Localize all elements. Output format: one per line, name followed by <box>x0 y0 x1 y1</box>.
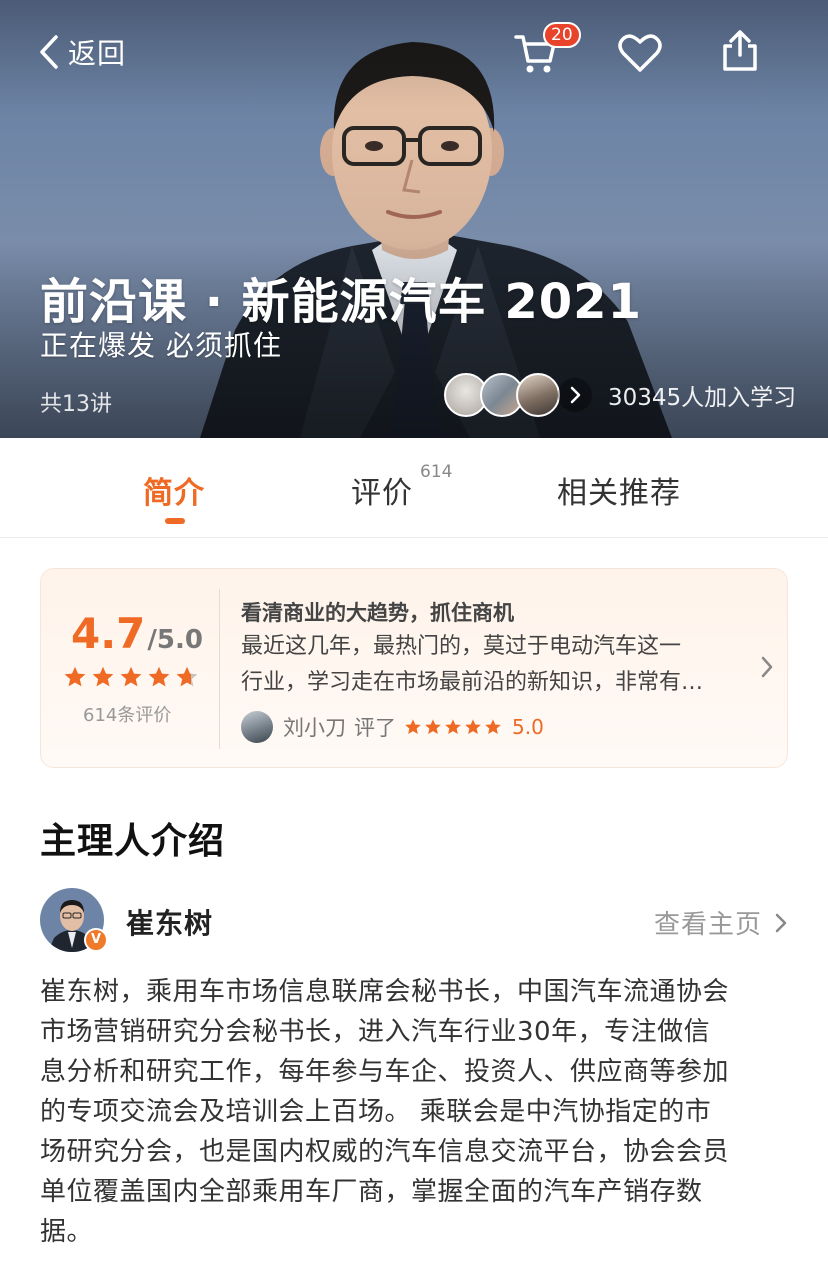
star-icon <box>485 719 501 735</box>
tab-review-count: 614 <box>420 462 453 482</box>
reviewer-name: 刘小刀 <box>283 716 346 740</box>
score-total: /5.0 <box>147 625 203 655</box>
bio-line: 场研究分会，也是国内权威的汽车信息交流平台，协会会员 <box>40 1137 730 1167</box>
view-homepage-label: 查看主页 <box>653 910 762 940</box>
score-block: 4.7 /5.0 614条评价 <box>41 569 221 769</box>
share-icon <box>723 30 757 71</box>
star-icon <box>148 666 170 687</box>
cart-count-badge: 20 <box>543 22 581 48</box>
chevron-right-icon <box>761 656 773 678</box>
reviewer-stars <box>404 718 504 736</box>
star-icon <box>120 666 142 687</box>
share-button[interactable] <box>720 28 766 74</box>
reviewer-row: 刘小刀 评了 5.0 <box>241 711 544 743</box>
host-section-title: 主理人介绍 <box>40 821 226 862</box>
star-icon <box>405 719 421 735</box>
score-value: 4.7 <box>71 609 146 658</box>
tab-bar: 简介 评价 614 相关推荐 <box>0 438 828 538</box>
bio-line: 市场营销研究分会秘书长，进入汽车行业30年，专注做信 <box>40 1017 711 1047</box>
chevron-right-icon <box>558 378 592 412</box>
learners-row[interactable]: 30345人加入学习 <box>444 372 796 418</box>
learner-avatar <box>516 373 560 417</box>
reviewer-avatar <box>241 711 273 743</box>
score-stars <box>63 665 203 689</box>
tab-review[interactable]: 评价 <box>351 468 413 512</box>
star-icon <box>176 666 198 687</box>
lesson-count: 共13讲 <box>40 392 112 417</box>
review-body: 最近这几年，最热门的，莫过于电动汽车这一 行业，学习走在市场最前沿的新知识，非常… <box>241 629 761 701</box>
verified-badge: V <box>84 928 108 952</box>
heart-icon <box>618 34 662 72</box>
star-icon <box>425 719 441 735</box>
star-icon <box>445 719 461 735</box>
host-name: 崔东树 <box>126 907 214 940</box>
card-divider <box>219 589 220 749</box>
review-title: 看清商业的大趋势，抓住商机 <box>241 601 514 625</box>
rating-card[interactable]: 4.7 /5.0 614条评价 看清商业的大趋势，抓住商机 最近这几年，最热门的… <box>40 568 788 768</box>
bio-line: 崔东树，乘用车市场信息联席会秘书长，中国汽车流通协会 <box>40 977 730 1007</box>
reviewer-score: 5.0 <box>512 715 544 739</box>
reviewer-verb: 评了 <box>354 716 396 740</box>
score: 4.7 /5.0 <box>71 609 203 658</box>
course-hero: 返回 20 前沿课 · 新能源汽车 2021 正在爆发 必须抓住 共13讲 30… <box>0 0 828 438</box>
bio-line: 据。 <box>40 1217 94 1247</box>
course-title: 前沿课 · 新能源汽车 2021 <box>40 274 642 330</box>
star-icon <box>64 666 86 687</box>
star-icon <box>92 666 114 687</box>
course-subtitle: 正在爆发 必须抓住 <box>40 329 282 362</box>
bio-line: 的专项交流会及培训会上百场。 乘联会是中汽协指定的市 <box>40 1097 712 1127</box>
bio-line: 息分析和研究工作，每年参与车企、投资人、供应商等参加 <box>40 1057 730 1087</box>
learners-count: 30345人加入学习 <box>608 385 797 411</box>
back-label: 返回 <box>68 37 127 70</box>
active-tab-indicator <box>165 518 185 524</box>
back-button[interactable]: 返回 <box>38 30 126 74</box>
bio-line: 单位覆盖国内全部乘用车厂商，掌握全面的汽车产销存数 <box>40 1177 703 1207</box>
review-count: 614条评价 <box>83 705 172 726</box>
star-icon <box>465 719 481 735</box>
tab-intro[interactable]: 简介 <box>143 468 205 512</box>
host-bio: 崔东树，乘用车市场信息联席会秘书长，中国汽车流通协会 市场营销研究分会秘书长，进… <box>40 972 792 1252</box>
review-line: 最近这几年，最热门的，莫过于电动汽车这一 <box>241 634 682 659</box>
chevron-right-icon <box>775 913 787 932</box>
review-line: 行业，学习走在市场最前沿的新知识，非常有… <box>241 670 704 695</box>
favorite-button[interactable] <box>618 30 664 76</box>
view-homepage-link[interactable]: 查看主页 <box>654 904 788 941</box>
tab-related[interactable]: 相关推荐 <box>557 468 681 512</box>
host-row: V 崔东树 查看主页 <box>40 888 788 954</box>
chevron-left-icon <box>40 35 58 69</box>
